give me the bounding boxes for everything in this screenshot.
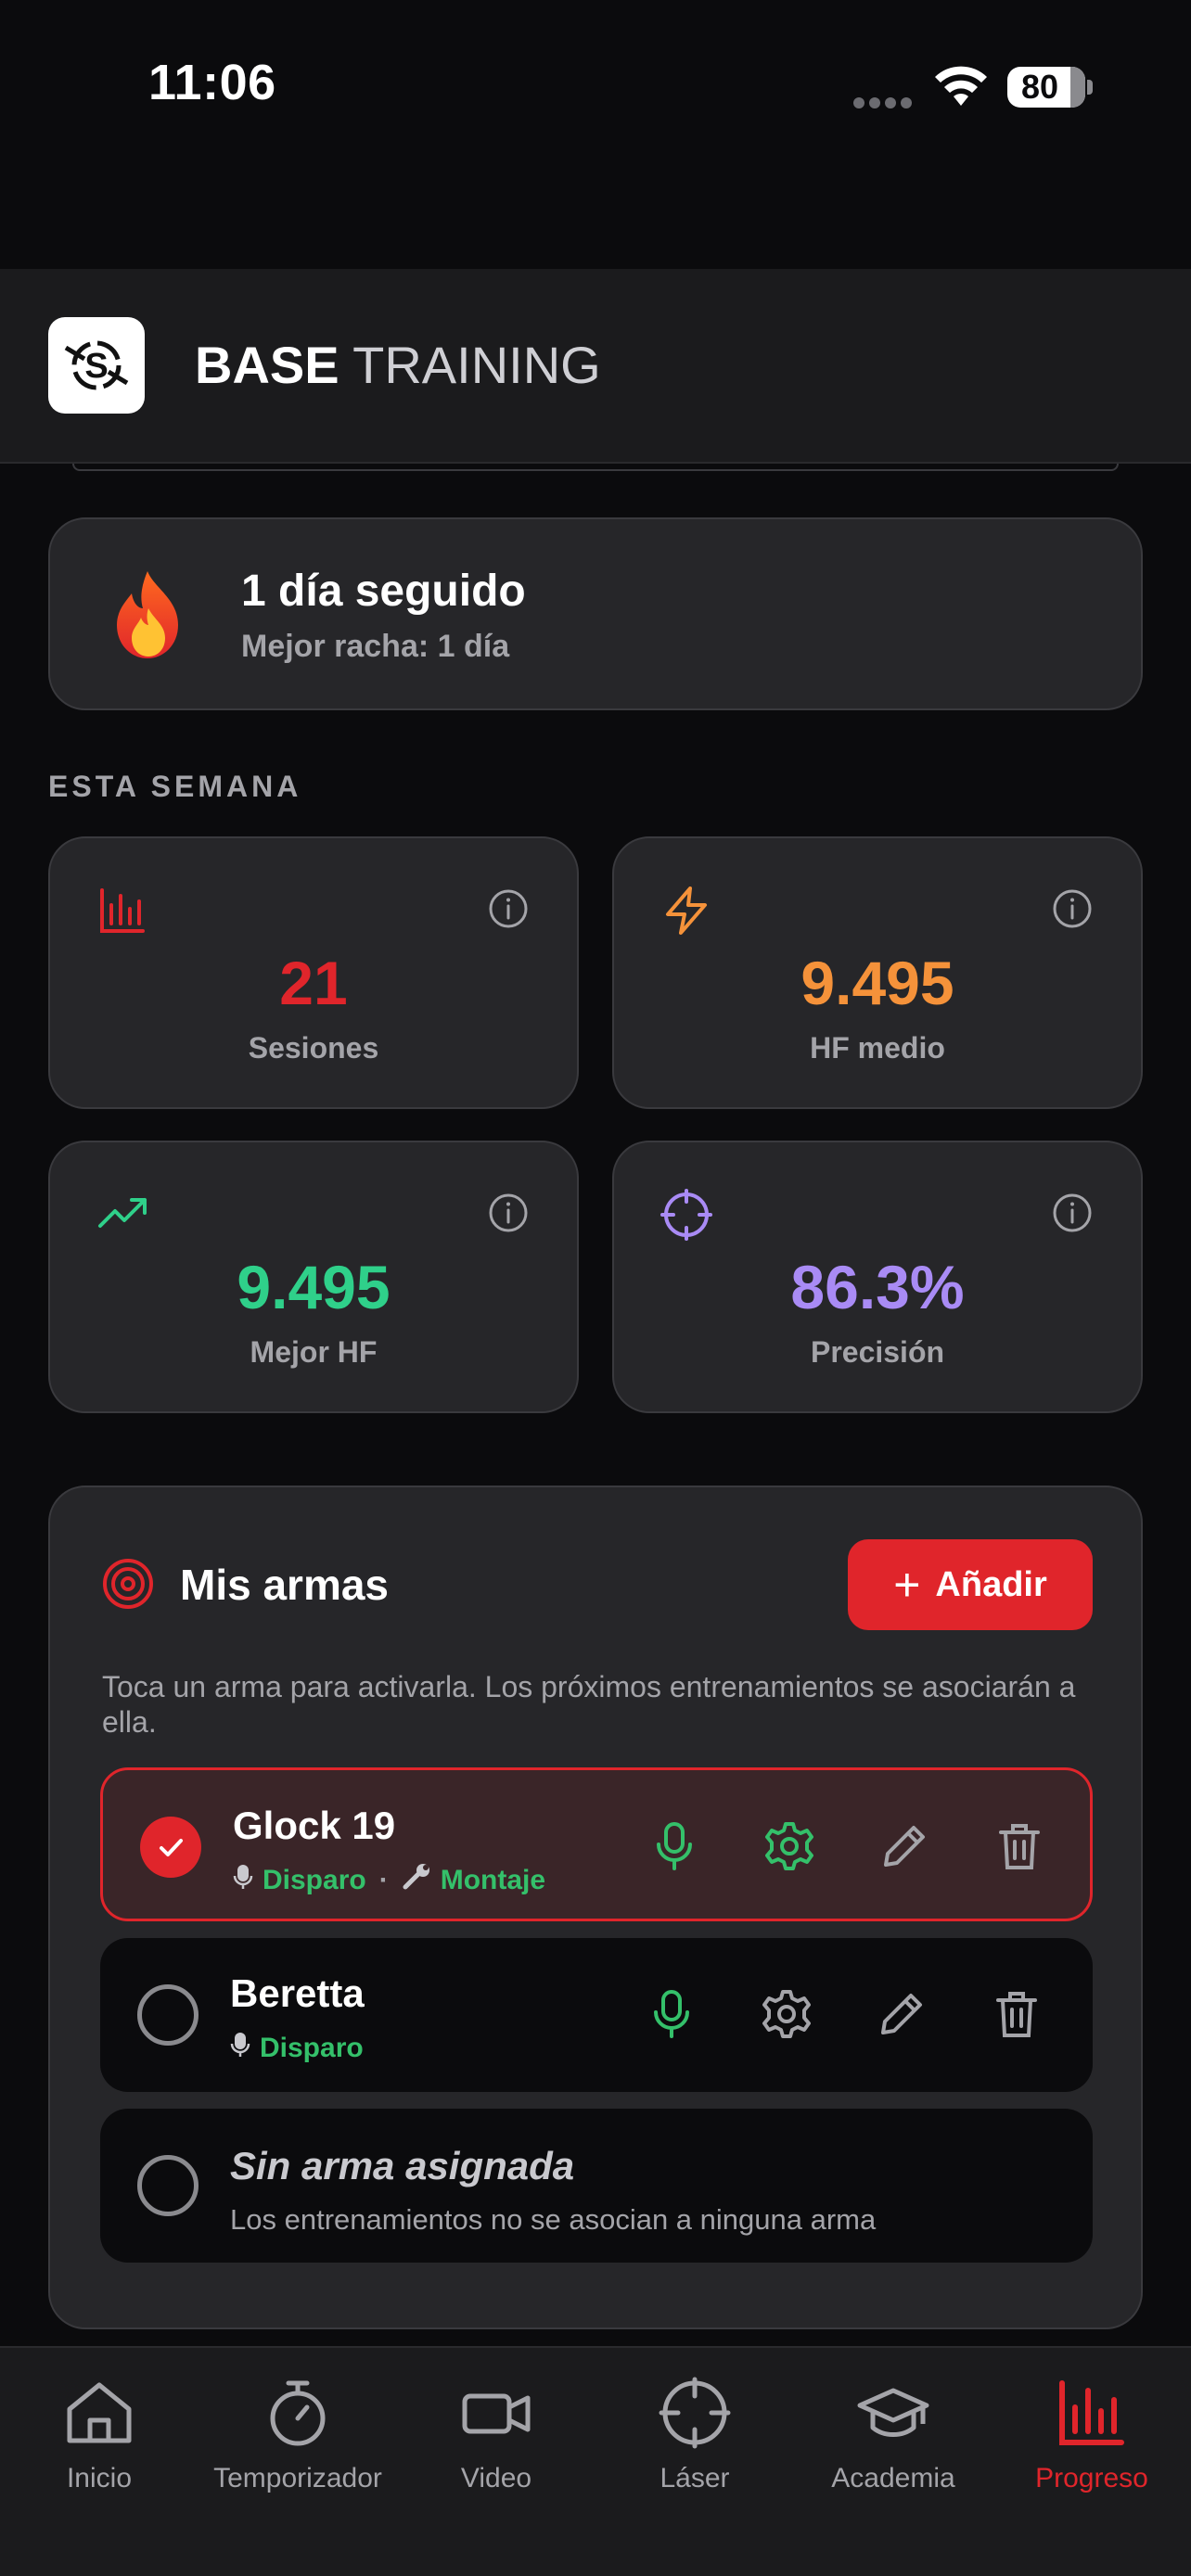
app-header: S BASE TRAINING — [0, 269, 1191, 464]
tab-academia[interactable]: Academia — [794, 2376, 992, 2515]
stat-label: Sesiones — [248, 1031, 379, 1065]
stat-label: Mejor HF — [250, 1335, 378, 1369]
tab-laser[interactable]: Láser — [596, 2376, 794, 2515]
gear-icon[interactable] — [760, 1817, 819, 1876]
bar-chart-icon — [1055, 2376, 1129, 2450]
microphone-icon — [233, 1863, 253, 1898]
tab-inicio[interactable]: Inicio — [0, 2376, 198, 2515]
stat-card-best-hf: 9.495 Mejor HF — [48, 1141, 579, 1413]
app-screen: 11:06 80 S BASE TRAINING 1 día seguido M… — [0, 0, 1191, 2576]
video-camera-icon — [459, 2376, 533, 2450]
weapon-radio[interactable] — [137, 1984, 198, 2046]
tag-assembly: Montaje — [440, 1865, 546, 1895]
add-weapon-label: Añadir — [935, 1564, 1047, 1604]
svg-text:S: S — [84, 347, 108, 386]
gear-icon[interactable] — [757, 1984, 816, 2044]
graduation-cap-icon — [856, 2376, 930, 2450]
trash-icon[interactable] — [990, 1817, 1049, 1876]
target-icon — [102, 1558, 154, 1610]
tab-label: Láser — [660, 2463, 730, 2493]
home-icon — [62, 2376, 136, 2450]
info-icon[interactable] — [488, 1192, 529, 1233]
weapon-name: Glock 19 — [233, 1804, 396, 1847]
streak-card: 1 día seguido Mejor racha: 1 día — [48, 517, 1143, 710]
microphone-icon — [230, 2031, 250, 2066]
tab-label: Progreso — [1035, 2463, 1148, 2493]
bar-chart-icon — [96, 885, 148, 937]
stat-card-sessions: 21 Sesiones — [48, 836, 579, 1109]
weapon-name: Beretta — [230, 1971, 365, 2015]
weapons-title: Mis armas — [180, 1561, 390, 1609]
weapons-card: Mis armas + Añadir Toca un arma para act… — [48, 1486, 1143, 2329]
scrolled-card-edge — [72, 464, 1119, 471]
fire-icon — [106, 567, 189, 660]
stopwatch-icon — [261, 2376, 335, 2450]
brand-title: BASE TRAINING — [195, 336, 601, 394]
add-weapon-button[interactable]: + Añadir — [848, 1539, 1093, 1630]
no-weapon-subtitle: Los entrenamientos no se asocian a ningu… — [230, 2203, 877, 2236]
tab-label: Academia — [831, 2463, 955, 2493]
tag-shot: Disparo — [260, 2033, 364, 2063]
target-s-logo-icon[interactable]: S — [48, 317, 145, 414]
lightning-icon — [660, 885, 712, 937]
edit-pencil-icon[interactable] — [872, 1984, 931, 2044]
crosshair-icon — [658, 2376, 732, 2450]
best-streak-text: Mejor racha: 1 día — [241, 629, 510, 664]
tab-label: Video — [460, 2463, 532, 2493]
weapon-tags: Disparo · Montaje — [233, 1863, 545, 1898]
info-icon[interactable] — [488, 888, 529, 929]
trash-icon[interactable] — [987, 1984, 1046, 2044]
weapon-row-beretta[interactable]: Beretta Disparo — [100, 1938, 1093, 2092]
stat-value: 9.495 — [237, 1253, 391, 1321]
weapon-radio[interactable] — [137, 2155, 198, 2216]
status-time: 11:06 — [148, 55, 276, 110]
stat-card-accuracy: 86.3% Precisión — [612, 1141, 1143, 1413]
edit-pencil-icon[interactable] — [875, 1817, 934, 1876]
tab-video[interactable]: Video — [397, 2376, 596, 2515]
weapon-tags: Disparo — [230, 2031, 364, 2066]
tab-progreso[interactable]: Progreso — [992, 2376, 1191, 2515]
info-icon[interactable] — [1052, 888, 1093, 929]
stat-card-avg-hf: 9.495 HF medio — [612, 836, 1143, 1109]
weapon-row-glock-19[interactable]: Glock 19 Disparo · Montaje — [100, 1767, 1093, 1921]
tag-shot: Disparo — [263, 1865, 366, 1895]
trending-up-icon — [96, 1189, 148, 1241]
tab-temporizador[interactable]: Temporizador — [198, 2376, 397, 2515]
crosshair-icon — [660, 1189, 712, 1241]
tab-label: Temporizador — [213, 2463, 382, 2493]
weapon-row-none[interactable]: Sin arma asignada Los entrenamientos no … — [100, 2109, 1093, 2263]
plus-icon: + — [893, 1559, 921, 1611]
stat-value: 9.495 — [800, 949, 954, 1017]
bottom-tab-bar: Inicio Temporizador Video Láser Academia — [0, 2346, 1191, 2576]
microphone-icon[interactable] — [642, 1984, 701, 2044]
stat-value: 86.3% — [790, 1253, 965, 1321]
battery-indicator: 80 — [1007, 67, 1085, 108]
weapon-selected-check[interactable] — [140, 1817, 201, 1878]
wrench-icon — [402, 1863, 431, 1898]
weapons-description: Toca un arma para activarla. Los próximo… — [102, 1670, 1076, 1739]
tab-label: Inicio — [66, 2463, 133, 2493]
info-icon[interactable] — [1052, 1192, 1093, 1233]
stat-label: Precisión — [810, 1335, 945, 1369]
wifi-icon — [933, 65, 989, 109]
stat-label: HF medio — [810, 1031, 945, 1065]
microphone-icon[interactable] — [645, 1817, 704, 1876]
stat-value: 21 — [279, 949, 348, 1017]
tag-separator: · — [378, 1865, 389, 1895]
week-section-label: ESTA SEMANA — [48, 770, 302, 803]
no-weapon-title: Sin arma asignada — [230, 2144, 575, 2187]
cellular-signal-icon — [853, 96, 918, 108]
battery-nub — [1087, 80, 1093, 95]
streak-title: 1 día seguido — [241, 567, 526, 616]
